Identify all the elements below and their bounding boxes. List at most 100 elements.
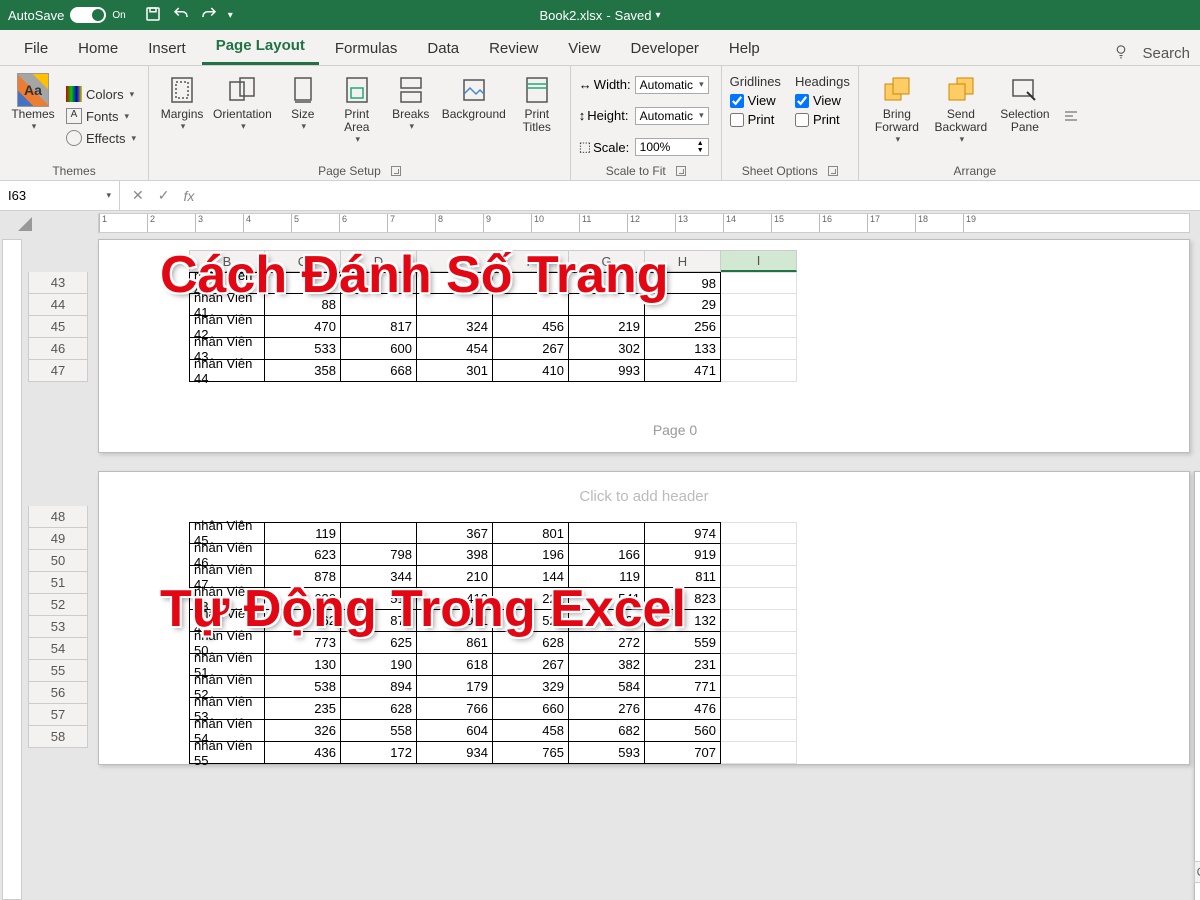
cell[interactable]: [721, 698, 797, 720]
side-column-header[interactable]: C: [1194, 861, 1200, 883]
cell[interactable]: 625: [341, 632, 417, 654]
cell[interactable]: 231: [645, 654, 721, 676]
width-dropdown[interactable]: Automatic▾: [635, 76, 709, 94]
cell[interactable]: 707: [645, 742, 721, 764]
cell[interactable]: 29: [645, 294, 721, 316]
cell[interactable]: 329: [493, 676, 569, 698]
cell[interactable]: 382: [569, 654, 645, 676]
cell[interactable]: 456: [493, 316, 569, 338]
cell[interactable]: 267: [493, 654, 569, 676]
undo-icon[interactable]: [172, 5, 190, 26]
cell[interactable]: 630: [265, 588, 341, 610]
cell[interactable]: [493, 294, 569, 316]
cell[interactable]: [341, 522, 417, 544]
cell[interactable]: 398: [417, 544, 493, 566]
cell[interactable]: 798: [341, 544, 417, 566]
cell[interactable]: 623: [265, 544, 341, 566]
row-header-54[interactable]: 54: [28, 638, 88, 660]
cell[interactable]: [265, 272, 341, 294]
row-header-44[interactable]: 44: [28, 294, 88, 316]
cell[interactable]: 600: [341, 338, 417, 360]
row-header-55[interactable]: 55: [28, 660, 88, 682]
row-header-43[interactable]: 43: [28, 272, 88, 294]
cell[interactable]: [721, 316, 797, 338]
cell[interactable]: [721, 676, 797, 698]
column-header-G[interactable]: G: [569, 250, 645, 272]
column-header-F[interactable]: F: [493, 250, 569, 272]
cell[interactable]: 934: [417, 742, 493, 764]
cell[interactable]: 941: [417, 610, 493, 632]
name-box[interactable]: I63▾: [0, 181, 120, 210]
cell[interactable]: 765: [493, 742, 569, 764]
cell[interactable]: 324: [417, 316, 493, 338]
cell[interactable]: 130: [265, 654, 341, 676]
cell[interactable]: 662: [265, 610, 341, 632]
tab-view[interactable]: View: [554, 32, 614, 65]
fx-icon[interactable]: fx: [183, 188, 194, 204]
cell[interactable]: 593: [569, 742, 645, 764]
cell[interactable]: 235: [265, 698, 341, 720]
cell[interactable]: 861: [417, 632, 493, 654]
cell[interactable]: [721, 272, 797, 294]
cell[interactable]: [417, 272, 493, 294]
cell[interactable]: 533: [265, 338, 341, 360]
cell[interactable]: 166: [569, 544, 645, 566]
cell[interactable]: [493, 272, 569, 294]
print-titles-button[interactable]: Print Titles: [512, 70, 562, 162]
cell[interactable]: 773: [265, 632, 341, 654]
cell[interactable]: 766: [417, 698, 493, 720]
cell[interactable]: 119: [265, 522, 341, 544]
tab-file[interactable]: File: [10, 32, 62, 65]
cell[interactable]: 119: [569, 566, 645, 588]
tab-insert[interactable]: Insert: [134, 32, 200, 65]
page-setup-launcher[interactable]: [391, 166, 401, 176]
cell[interactable]: [721, 544, 797, 566]
tab-page-layout[interactable]: Page Layout: [202, 29, 319, 65]
page-footer[interactable]: Page 0: [189, 422, 1161, 438]
tab-review[interactable]: Review: [475, 32, 552, 65]
cell[interactable]: 476: [645, 698, 721, 720]
cell[interactable]: 256: [645, 316, 721, 338]
cell[interactable]: 219: [569, 316, 645, 338]
cell[interactable]: 801: [493, 522, 569, 544]
cell[interactable]: 541: [569, 588, 645, 610]
cell[interactable]: [569, 294, 645, 316]
cell[interactable]: 326: [265, 720, 341, 742]
cell[interactable]: [721, 338, 797, 360]
column-header-D[interactable]: D: [341, 250, 417, 272]
cell[interactable]: 410: [493, 360, 569, 382]
row-header-46[interactable]: 46: [28, 338, 88, 360]
tab-formulas[interactable]: Formulas: [321, 32, 412, 65]
cell[interactable]: 179: [417, 676, 493, 698]
background-button[interactable]: Background: [440, 70, 508, 162]
row-header-45[interactable]: 45: [28, 316, 88, 338]
cell[interactable]: 660: [493, 698, 569, 720]
cell[interactable]: 512: [341, 588, 417, 610]
row-header-50[interactable]: 50: [28, 550, 88, 572]
row-header-48[interactable]: 48: [28, 506, 88, 528]
redo-icon[interactable]: [200, 5, 218, 26]
cell[interactable]: 458: [493, 720, 569, 742]
tab-data[interactable]: Data: [413, 32, 473, 65]
print-area-button[interactable]: Print Area▾: [332, 70, 382, 162]
tab-home[interactable]: Home: [64, 32, 132, 65]
align-button[interactable]: [1059, 106, 1083, 126]
tab-help[interactable]: Help: [715, 32, 774, 65]
cell[interactable]: 919: [645, 544, 721, 566]
cell[interactable]: 538: [265, 676, 341, 698]
cell[interactable]: 302: [569, 338, 645, 360]
cell[interactable]: nhân Viên 55: [189, 742, 265, 764]
row-header-57[interactable]: 57: [28, 704, 88, 726]
search-box[interactable]: Search: [1142, 45, 1190, 62]
cell[interactable]: 682: [569, 720, 645, 742]
cell[interactable]: 325: [569, 610, 645, 632]
cell[interactable]: [721, 654, 797, 676]
cell[interactable]: 560: [645, 720, 721, 742]
cell[interactable]: 618: [417, 654, 493, 676]
cell[interactable]: 520: [493, 610, 569, 632]
column-header-I[interactable]: I: [721, 250, 797, 272]
cell[interactable]: [721, 632, 797, 654]
cell[interactable]: [569, 522, 645, 544]
lightbulb-icon[interactable]: [1112, 42, 1130, 65]
colors-button[interactable]: Colors▾: [62, 84, 140, 104]
